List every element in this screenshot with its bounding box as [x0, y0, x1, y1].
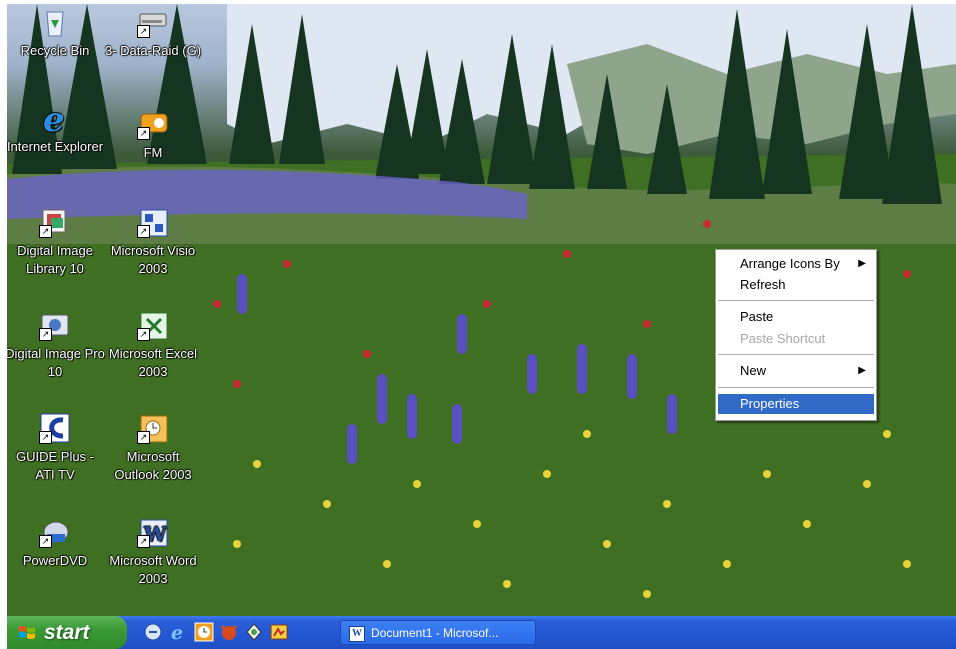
- menu-item-arrange-icons-by[interactable]: Arrange Icons By ▶: [718, 254, 874, 274]
- shortcut-arrow-icon: ↗: [39, 535, 52, 548]
- desktop-icon-outlook[interactable]: ↗ Microsoft Outlook 2003: [103, 412, 203, 484]
- icon-label: Microsoft Visio 2003: [110, 243, 196, 276]
- desktop-context-menu: Arrange Icons By ▶ Refresh Paste Paste S…: [715, 249, 877, 421]
- taskbar-button-document1[interactable]: W Document1 - Microsof...: [340, 620, 536, 645]
- menu-separator: [718, 387, 874, 388]
- digital-image-pro-icon: ↗: [39, 309, 71, 341]
- shortcut-arrow-icon: ↗: [137, 431, 150, 444]
- submenu-arrow-icon: ▶: [858, 365, 866, 376]
- desktop-icon-recycle-bin[interactable]: Recycle Bin: [7, 6, 105, 60]
- firefox-icon[interactable]: [219, 622, 239, 642]
- icon-label: 3- Data-Raid (G): [104, 43, 202, 58]
- desktop-icon-digital-image-pro[interactable]: ↗ Digital Image Pro 10: [7, 309, 105, 381]
- outlook-icon: ↗: [137, 412, 169, 444]
- icon-label: Microsoft Word 2003: [109, 553, 197, 586]
- desktop-icon-excel[interactable]: ↗ Microsoft Excel 2003: [103, 309, 203, 381]
- fm-radio-icon: ↗: [137, 108, 169, 140]
- submenu-arrow-icon: ▶: [858, 258, 866, 269]
- taskbar: start e W Document1 - Microsof...: [7, 616, 956, 649]
- menu-item-properties[interactable]: Properties: [718, 394, 874, 414]
- shortcut-arrow-icon: ↗: [137, 25, 150, 38]
- internet-explorer-icon[interactable]: e: [169, 622, 189, 642]
- shortcut-arrow-icon: ↗: [137, 328, 150, 341]
- menu-separator: [718, 300, 874, 301]
- shortcut-arrow-icon: ↗: [137, 225, 150, 238]
- show-desktop-icon[interactable]: [143, 622, 163, 642]
- menu-item-label: Arrange Icons By: [740, 256, 840, 271]
- drive-icon: ↗: [137, 6, 169, 38]
- shortcut-arrow-icon: ↗: [39, 328, 52, 341]
- desktop-icon-powerdvd[interactable]: ↗ PowerDVD: [7, 516, 105, 570]
- menu-item-new[interactable]: New ▶: [718, 361, 874, 381]
- menu-item-label: Paste Shortcut: [740, 331, 826, 346]
- menu-item-label: Paste: [740, 309, 774, 324]
- clock-icon[interactable]: [194, 622, 214, 642]
- shortcut-arrow-icon: ↗: [137, 127, 150, 140]
- shortcut-arrow-icon: ↗: [39, 225, 52, 238]
- icon-label: Digital Image Pro 10: [7, 346, 105, 379]
- icon-label: Internet Explorer: [7, 139, 104, 154]
- desktop-icon-digital-image-library[interactable]: ↗ Digital Image Library 10: [7, 206, 105, 278]
- icon-label: Microsoft Outlook 2003: [114, 449, 192, 482]
- icon-label: FM: [143, 145, 163, 160]
- menu-item-label: New: [740, 363, 767, 378]
- desktop-icon-word[interactable]: W ↗ Microsoft Word 2003: [103, 516, 203, 588]
- menu-item-label: Refresh: [740, 277, 786, 292]
- recycle-bin-icon: [39, 6, 71, 38]
- start-label: start: [44, 621, 90, 644]
- desktop-icon-visio[interactable]: ↗ Microsoft Visio 2003: [103, 206, 203, 278]
- word-document-icon: W: [349, 626, 365, 642]
- desktop-icon-data-raid[interactable]: ↗ 3- Data-Raid (G): [103, 6, 203, 60]
- svg-text:e: e: [171, 622, 183, 642]
- excel-icon: ↗: [137, 309, 169, 341]
- icon-label: GUIDE Plus - ATI TV: [15, 449, 94, 482]
- powerdvd-icon: ↗: [39, 516, 71, 548]
- desktop-icon-fm[interactable]: ↗ FM: [103, 108, 203, 162]
- menu-item-refresh[interactable]: Refresh: [718, 275, 874, 295]
- shortcut-arrow-icon: ↗: [39, 431, 52, 444]
- taskbar-button-label: Document1 - Microsof...: [371, 626, 499, 640]
- visio-icon: ↗: [137, 206, 169, 238]
- windows-flag-icon: [19, 626, 35, 639]
- menu-separator: [718, 354, 874, 355]
- menu-item-paste[interactable]: Paste: [718, 307, 874, 327]
- start-button[interactable]: start: [7, 616, 127, 649]
- shortcut-arrow-icon: ↗: [137, 535, 150, 548]
- messenger-icon[interactable]: [244, 622, 264, 642]
- desktop-icon-internet-explorer[interactable]: e Internet Explorer: [7, 100, 105, 156]
- internet-explorer-icon: e: [39, 100, 71, 140]
- media-icon[interactable]: [269, 622, 289, 642]
- svg-text:e: e: [43, 102, 65, 134]
- guide-plus-icon: ↗: [39, 412, 71, 444]
- menu-item-paste-shortcut: Paste Shortcut: [718, 329, 874, 349]
- menu-item-label: Properties: [740, 396, 800, 411]
- desktop-icon-guide-plus[interactable]: ↗ GUIDE Plus - ATI TV: [7, 412, 105, 484]
- icon-label: Recycle Bin: [20, 43, 90, 58]
- icon-label: Digital Image Library 10: [17, 243, 93, 276]
- digital-image-library-icon: ↗: [39, 206, 71, 238]
- word-icon: W ↗: [137, 516, 169, 548]
- icon-label: Microsoft Excel 2003: [108, 346, 198, 379]
- icon-label: PowerDVD: [22, 553, 88, 568]
